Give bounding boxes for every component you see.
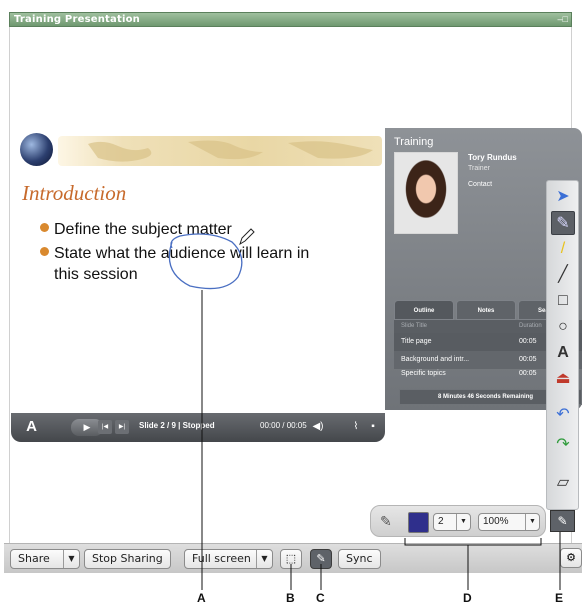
callout-e: E [555,591,564,605]
callout-d: D [463,591,472,605]
callout-lines [201,290,561,590]
callout-b: B [286,591,295,605]
callout-a: A [197,591,206,605]
callout-c: C [316,591,325,605]
